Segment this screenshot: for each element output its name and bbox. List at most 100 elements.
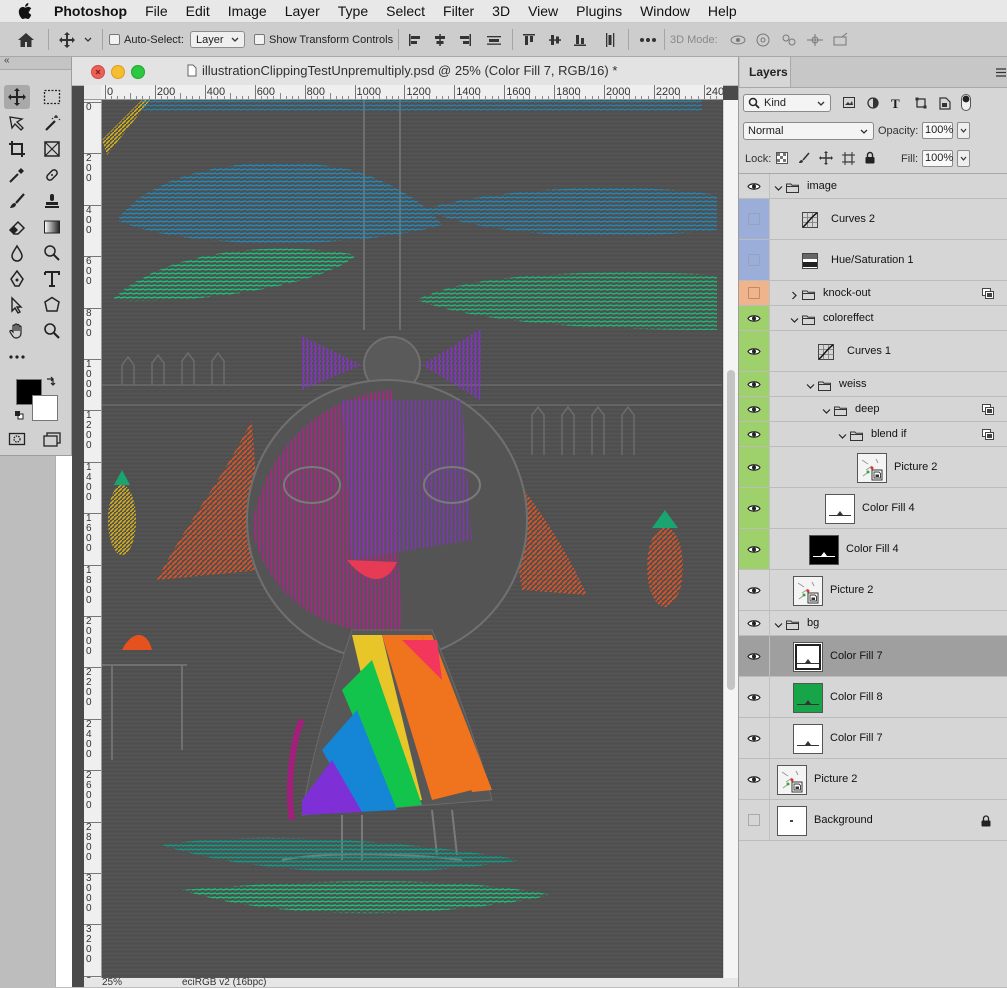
layer-visibility-toggle[interactable]: [739, 397, 770, 421]
fill-slider-button[interactable]: [957, 150, 970, 167]
layer-row[interactable]: Picture 2: [739, 759, 1007, 800]
layer-row[interactable]: deep: [739, 397, 1007, 422]
layer-visibility-toggle[interactable]: [739, 677, 770, 717]
layer-visibility-toggle[interactable]: [739, 281, 770, 305]
zoom-tool-icon[interactable]: [39, 319, 65, 343]
3d-slide-icon[interactable]: [805, 23, 825, 56]
canvas[interactable]: [102, 100, 722, 978]
screen-mode-icon[interactable]: [39, 427, 65, 451]
align-right-edges-icon[interactable]: [458, 23, 472, 56]
layer-visibility-toggle[interactable]: [739, 636, 770, 676]
tab-layers[interactable]: Layers: [740, 57, 791, 87]
more-options-icon[interactable]: [639, 23, 657, 56]
menu-edit[interactable]: Edit: [177, 0, 219, 22]
magic-wand-tool-icon[interactable]: [39, 111, 65, 135]
opacity-field[interactable]: 100%: [922, 122, 953, 139]
menu-view[interactable]: View: [519, 0, 567, 22]
chevron-down-icon[interactable]: [774, 182, 783, 196]
lock-all-icon[interactable]: [865, 151, 875, 167]
pen-tool-icon[interactable]: [4, 267, 30, 291]
lock-position-icon[interactable]: [819, 151, 833, 168]
lock-artboard-icon[interactable]: [842, 152, 855, 168]
layer-thumbnail[interactable]: [777, 806, 807, 836]
align-left-edges-icon[interactable]: [408, 23, 422, 56]
layer-visibility-toggle[interactable]: [739, 306, 770, 330]
3d-scale-icon[interactable]: [832, 23, 850, 56]
chevron-down-icon[interactable]: [822, 405, 831, 419]
blur-tool-icon[interactable]: [4, 241, 30, 265]
layer-row[interactable]: image: [739, 174, 1007, 199]
minimize-window-button[interactable]: [111, 65, 125, 79]
chevron-down-icon[interactable]: [774, 619, 783, 633]
lasso-tool-icon[interactable]: [4, 111, 30, 135]
marquee-tool-icon[interactable]: [39, 85, 65, 109]
type-tool-icon[interactable]: [39, 267, 65, 291]
distribute-horizontal-icon[interactable]: [486, 23, 502, 56]
layer-visibility-toggle[interactable]: [739, 199, 770, 239]
color-fill-thumbnail[interactable]: [793, 642, 823, 672]
menu-type[interactable]: Type: [329, 0, 377, 22]
layer-row[interactable]: knock-out: [739, 281, 1007, 306]
lock-image-pixels-icon[interactable]: [798, 152, 810, 167]
menu-help[interactable]: Help: [699, 0, 746, 22]
layer-visibility-toggle[interactable]: [739, 240, 770, 280]
swap-colors-icon[interactable]: [45, 375, 57, 390]
menu-3d[interactable]: 3D: [483, 0, 519, 22]
distribute-vertical-icon[interactable]: [603, 23, 617, 56]
layer-visibility-toggle[interactable]: [739, 570, 770, 610]
blend-mode-dropdown[interactable]: Normal: [743, 122, 874, 140]
align-bottom-edges-icon[interactable]: [573, 23, 587, 56]
opacity-slider-button[interactable]: [957, 122, 970, 139]
layer-row[interactable]: blend if: [739, 422, 1007, 447]
chevron-down-icon[interactable]: [806, 380, 815, 394]
menu-app-photoshop[interactable]: Photoshop: [52, 0, 136, 22]
menu-image[interactable]: Image: [219, 0, 276, 22]
layer-visibility-toggle[interactable]: [739, 422, 770, 446]
fill-field[interactable]: 100%: [922, 150, 953, 167]
tools-panel-header[interactable]: «: [0, 55, 71, 70]
menu-layer[interactable]: Layer: [276, 0, 329, 22]
auto-select-checkbox[interactable]: Auto-Select:: [109, 23, 184, 56]
layer-row[interactable]: Color Fill 4: [739, 529, 1007, 570]
3d-roll-icon[interactable]: [754, 23, 772, 56]
ruler-origin[interactable]: [84, 85, 102, 100]
brush-tool-icon[interactable]: [4, 189, 30, 213]
chevron-down-icon[interactable]: [838, 430, 847, 444]
layer-row[interactable]: Color Fill 4: [739, 488, 1007, 529]
smart-object-thumbnail[interactable]: [793, 576, 823, 606]
chevron-right-icon[interactable]: [790, 289, 799, 303]
color-fill-thumbnail[interactable]: [825, 494, 855, 524]
path-selection-tool-icon[interactable]: [4, 293, 30, 317]
layer-row[interactable]: coloreffect: [739, 306, 1007, 331]
smart-object-thumbnail[interactable]: [857, 453, 887, 483]
zoom-window-button[interactable]: [131, 65, 145, 79]
color-fill-thumbnail[interactable]: [793, 724, 823, 754]
layer-visibility-toggle[interactable]: [739, 174, 770, 198]
close-window-button[interactable]: [91, 65, 105, 79]
filter-adjustment-icon[interactable]: [867, 97, 879, 112]
clone-stamp-tool-icon[interactable]: [39, 189, 65, 213]
eyedropper-tool-icon[interactable]: [4, 163, 30, 187]
layer-row[interactable]: Picture 2: [739, 447, 1007, 488]
apple-icon[interactable]: [18, 3, 38, 19]
move-tool-icon[interactable]: [4, 85, 30, 109]
color-fill-thumbnail[interactable]: [793, 683, 823, 713]
artwork-canvas[interactable]: [102, 100, 722, 978]
menu-window[interactable]: Window: [631, 0, 699, 22]
crop-tool-icon[interactable]: [4, 137, 30, 161]
gradient-tool-icon[interactable]: [39, 215, 65, 239]
layer-row[interactable]: Hue/Saturation 1: [739, 240, 1007, 281]
align-vertical-centers-icon[interactable]: [548, 23, 562, 56]
background-color-swatch[interactable]: [32, 395, 58, 421]
layer-visibility-toggle[interactable]: [739, 447, 770, 487]
healing-brush-tool-icon[interactable]: [39, 163, 65, 187]
auto-select-dropdown[interactable]: Layer: [190, 31, 245, 48]
vertical-ruler[interactable]: 0200400600800100012001400160018002000220…: [84, 100, 102, 978]
menu-select[interactable]: Select: [377, 0, 434, 22]
menu-file[interactable]: File: [136, 0, 177, 22]
align-horizontal-centers-icon[interactable]: [433, 23, 447, 56]
layer-visibility-toggle[interactable]: [739, 331, 770, 371]
layer-filter-kind-dropdown[interactable]: Kind: [743, 94, 831, 112]
filter-toggle-icon[interactable]: [961, 94, 971, 114]
home-icon[interactable]: [17, 23, 35, 56]
